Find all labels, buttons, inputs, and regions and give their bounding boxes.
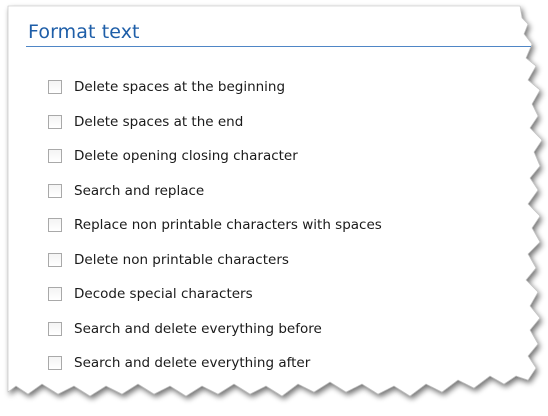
checkbox[interactable] xyxy=(48,114,62,129)
title-divider xyxy=(26,46,531,47)
option-delete-non-printable[interactable]: Delete non printable characters xyxy=(48,243,382,278)
option-label: Delete spaces at the beginning xyxy=(74,79,286,96)
option-search-and-replace[interactable]: Search and replace xyxy=(48,174,382,209)
option-label: Search and delete everything after xyxy=(74,355,311,372)
screenshot-stage: Format text Delete spaces at the beginni… xyxy=(0,0,548,416)
section-title: Format text xyxy=(28,21,140,43)
option-search-delete-after[interactable]: Search and delete everything after xyxy=(48,346,382,381)
option-delete-spaces-end[interactable]: Delete spaces at the end xyxy=(48,105,382,140)
checkbox[interactable] xyxy=(48,149,62,164)
option-label: Delete non printable characters xyxy=(74,251,289,268)
option-replace-non-printable-with-spaces[interactable]: Replace non printable characters with sp… xyxy=(48,208,382,243)
format-options-list: Delete spaces at the beginning Delete sp… xyxy=(48,70,382,381)
option-label: Delete opening closing character xyxy=(74,148,298,165)
option-delete-spaces-beginning[interactable]: Delete spaces at the beginning xyxy=(48,70,382,105)
checkbox[interactable] xyxy=(48,218,62,233)
checkbox[interactable] xyxy=(48,252,62,267)
option-label: Search and replace xyxy=(74,182,205,199)
option-decode-special-characters[interactable]: Decode special characters xyxy=(48,277,382,312)
checkbox[interactable] xyxy=(48,183,62,198)
option-label: Decode special characters xyxy=(74,286,253,303)
checkbox[interactable] xyxy=(48,287,62,302)
checkbox[interactable] xyxy=(48,80,62,95)
option-label: Delete spaces at the end xyxy=(74,113,244,130)
format-text-panel: Format text Delete spaces at the beginni… xyxy=(18,14,531,384)
option-search-delete-before[interactable]: Search and delete everything before xyxy=(48,312,382,347)
option-label: Replace non printable characters with sp… xyxy=(74,217,382,234)
checkbox[interactable] xyxy=(48,321,62,336)
option-label: Search and delete everything before xyxy=(74,320,322,337)
checkbox[interactable] xyxy=(48,356,62,371)
option-delete-opening-closing-character[interactable]: Delete opening closing character xyxy=(48,139,382,174)
